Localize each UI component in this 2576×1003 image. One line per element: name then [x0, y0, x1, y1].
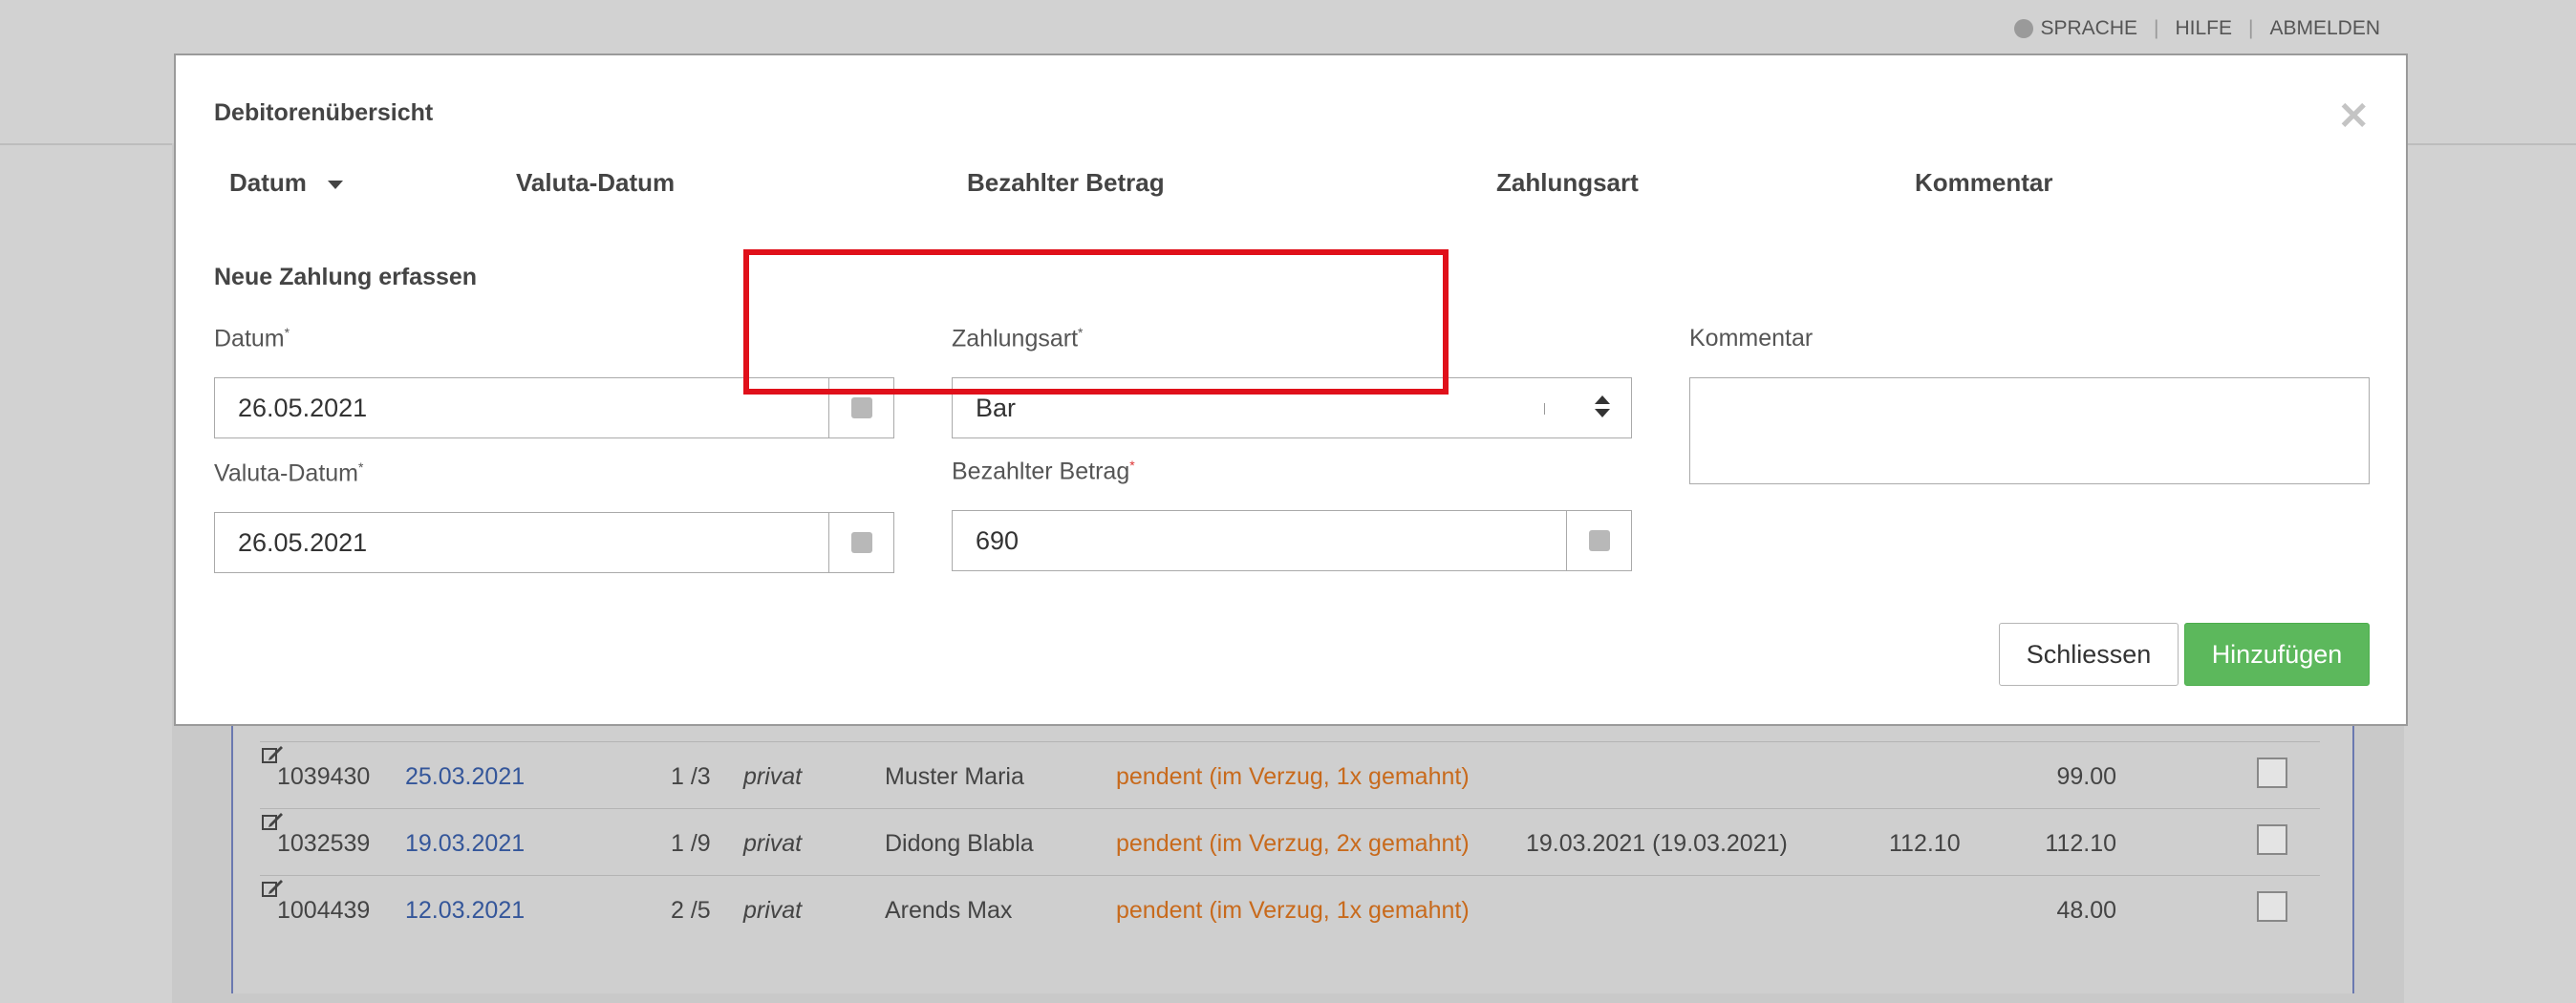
- row-checkbox[interactable]: [2257, 824, 2287, 855]
- invoice-date-link[interactable]: 12.03.2021: [405, 897, 525, 925]
- column-header-datum[interactable]: Datum: [229, 168, 343, 198]
- globe-icon: [2014, 19, 2034, 38]
- open-amount: 48.00: [2056, 897, 2116, 924]
- row-checkbox[interactable]: [2257, 891, 2287, 922]
- customer-type: privat: [743, 763, 803, 790]
- add-button[interactable]: Hinzufügen: [2184, 623, 2370, 686]
- logout-link[interactable]: ABMELDEN: [2269, 17, 2380, 40]
- close-button[interactable]: Schliessen: [1999, 623, 2179, 686]
- calendar-icon: [851, 397, 872, 418]
- select-arrows-icon: [1595, 395, 1610, 420]
- customer-name: Arends Max: [885, 897, 1013, 924]
- help-link[interactable]: HILFE: [2175, 17, 2232, 40]
- kommentar-textarea[interactable]: [1689, 377, 2370, 484]
- currency-icon: [1589, 530, 1610, 551]
- status-text: pendent (im Verzug, 2x gemahnt): [1116, 830, 1470, 857]
- open-amount: 99.00: [2056, 763, 2116, 790]
- calendar-icon: [851, 532, 872, 553]
- due-date: 19.03.2021 (19.03.2021): [1526, 830, 1788, 857]
- column-header-kommentar[interactable]: Kommentar: [1915, 168, 2052, 198]
- open-amount: 112.10: [2045, 830, 2116, 857]
- customer-type: privat: [743, 897, 803, 924]
- installment: 1 /9: [671, 830, 711, 857]
- currency-button[interactable]: [1566, 511, 1631, 570]
- datum-label: Datum*: [214, 325, 290, 352]
- betrag-label: Bezahlter Betrag*: [952, 458, 1135, 485]
- table-row[interactable]: 1004439 12.03.2021 2 /5 privat Arends Ma…: [260, 875, 2320, 943]
- modal-title: Debitorenübersicht: [214, 99, 434, 126]
- select-divider: [1544, 403, 1545, 415]
- table-row[interactable]: 1032539 19.03.2021 1 /9 privat Didong Bl…: [260, 808, 2320, 876]
- status-text: pendent (im Verzug, 1x gemahnt): [1116, 763, 1470, 790]
- top-navigation: SPRACHE | HILFE | ABMELDEN: [2014, 17, 2380, 40]
- kommentar-label: Kommentar: [1689, 325, 1814, 352]
- sort-caret-icon: [327, 180, 343, 189]
- installment: 2 /5: [671, 897, 711, 924]
- highlight-box: [743, 249, 1449, 395]
- column-header-valuta[interactable]: Valuta-Datum: [516, 168, 675, 198]
- row-checkbox[interactable]: [2257, 758, 2287, 788]
- customer-name: Didong Blabla: [885, 830, 1034, 857]
- column-header-betrag[interactable]: Bezahlter Betrag: [967, 168, 1165, 198]
- invoice-date-link[interactable]: 25.03.2021: [405, 763, 525, 791]
- calendar-button[interactable]: [828, 513, 893, 572]
- column-header-zahlungsart[interactable]: Zahlungsart: [1496, 168, 1639, 198]
- nav-separator: |: [2154, 17, 2159, 39]
- language-link[interactable]: SPRACHE: [2040, 17, 2137, 40]
- nav-separator: |: [2248, 17, 2254, 39]
- valuta-label: Valuta-Datum*: [214, 459, 364, 487]
- customer-type: privat: [743, 830, 803, 857]
- status-text: pendent (im Verzug, 1x gemahnt): [1116, 897, 1470, 924]
- invoice-id: 1032539: [277, 830, 371, 857]
- invoice-date-link[interactable]: 19.03.2021: [405, 830, 525, 858]
- section-title: Neue Zahlung erfassen: [214, 264, 478, 290]
- installment: 1 /3: [671, 763, 711, 790]
- close-icon[interactable]: ✕: [2337, 97, 2370, 136]
- customer-name: Muster Maria: [885, 763, 1024, 790]
- invoice-id: 1039430: [277, 763, 371, 790]
- table-row[interactable]: 1039430 25.03.2021 1 /3 privat Muster Ma…: [260, 741, 2320, 809]
- betrag-field[interactable]: 690: [952, 510, 1632, 571]
- invoice-id: 1004439: [277, 897, 371, 924]
- valuta-field[interactable]: 26.05.2021: [214, 512, 894, 573]
- paid-amount: 112.10: [1889, 830, 1961, 857]
